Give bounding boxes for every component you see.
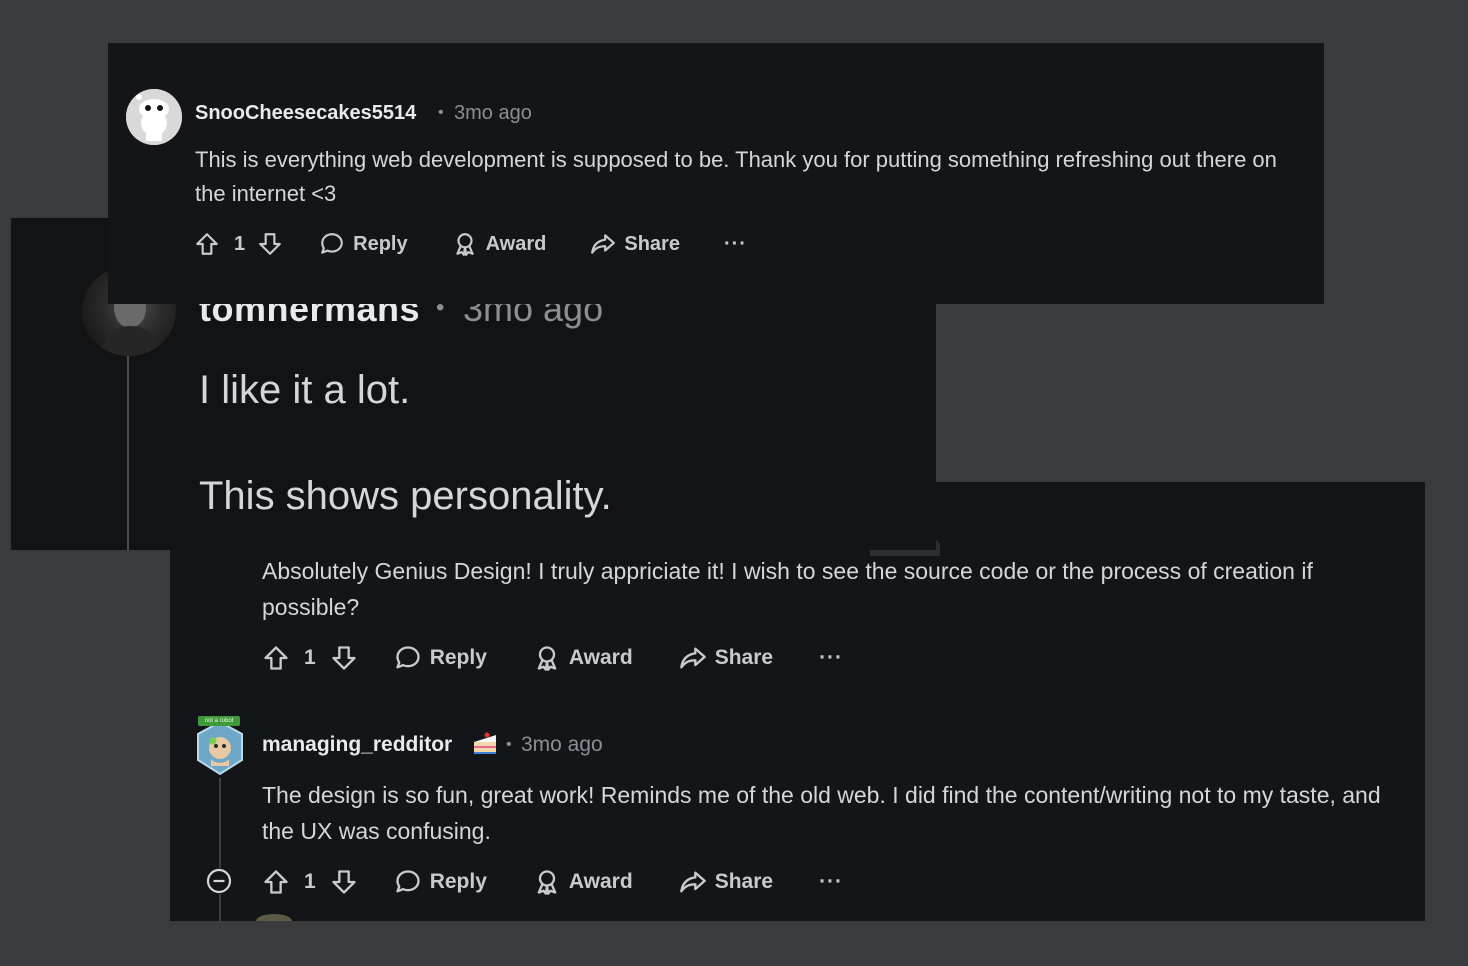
thread-line — [219, 778, 221, 921]
vote-count: 1 — [304, 870, 316, 893]
downvote-button[interactable] — [257, 231, 283, 257]
timestamp[interactable]: 3mo ago — [521, 733, 603, 757]
reply-label: Reply — [429, 646, 487, 669]
upvote-button[interactable] — [262, 868, 290, 896]
reply-button[interactable]: Reply — [319, 231, 408, 257]
separator-dot: • — [438, 104, 444, 121]
reply-label: Reply — [429, 870, 487, 893]
downvote-icon — [332, 870, 356, 894]
thread-line — [127, 348, 129, 550]
award-label: Award — [485, 232, 547, 255]
share-button[interactable]: Share — [590, 231, 680, 257]
award-button[interactable]: Award — [533, 644, 633, 672]
partial-next-avatar — [256, 914, 292, 921]
username[interactable]: managing_redditor — [262, 733, 452, 757]
share-button[interactable]: Share — [679, 644, 773, 672]
share-icon — [679, 871, 706, 893]
reply-label: Reply — [353, 232, 408, 255]
share-label: Share — [624, 232, 680, 255]
more-options-button[interactable]: ··· — [819, 870, 843, 894]
managing-redditor-avatar[interactable]: not a robot — [196, 716, 244, 778]
comment-body: Absolutely Genius Design! I truly appric… — [262, 558, 1313, 620]
comment-body: This is everything web development is su… — [195, 147, 1277, 207]
collapse-thread-button[interactable] — [206, 868, 232, 894]
reply-button[interactable]: Reply — [394, 644, 487, 672]
snoo-avatar[interactable] — [126, 89, 182, 145]
downvote-icon — [259, 233, 281, 255]
share-label: Share — [714, 870, 774, 893]
vote-count: 1 — [304, 646, 316, 669]
award-icon — [455, 233, 474, 256]
upvote-button[interactable] — [194, 231, 220, 257]
cake-icon — [471, 730, 499, 762]
reply-button[interactable]: Reply — [394, 868, 487, 896]
share-label: Share — [714, 646, 774, 669]
separator-dot: • — [506, 736, 512, 753]
award-icon — [537, 870, 557, 895]
more-options-button[interactable]: ··· — [819, 646, 843, 670]
comment-bubble-icon — [396, 870, 420, 893]
upvote-icon — [264, 646, 288, 670]
more-options-button[interactable]: ··· — [724, 233, 747, 256]
comment-actions: 1 Reply Award Share ··· — [262, 867, 843, 897]
vote-count: 1 — [234, 232, 246, 255]
comment-bubble-icon — [321, 233, 343, 254]
comment-body-line-1: I like it a lot. — [199, 368, 411, 412]
timestamp[interactable]: 3mo ago — [454, 102, 532, 125]
award-button[interactable]: Award — [533, 868, 633, 896]
upvote-button[interactable] — [262, 644, 290, 672]
comment-body-line-2: This shows personality. — [199, 474, 612, 518]
upvote-icon — [196, 233, 218, 255]
share-icon — [679, 647, 706, 669]
not-a-robot-badge: not a robot — [198, 716, 240, 726]
username[interactable]: SnooCheesecakes5514 — [195, 102, 416, 125]
share-button[interactable]: Share — [679, 868, 773, 896]
award-label: Award — [568, 870, 633, 893]
downvote-button[interactable] — [330, 644, 358, 672]
comment-actions: 1 Reply Award Share ··· — [194, 229, 747, 259]
comment-bubble-icon — [396, 646, 420, 669]
award-icon — [537, 646, 557, 671]
comment-actions: 1 Reply Award Share ··· — [262, 643, 843, 673]
award-label: Award — [568, 646, 633, 669]
downvote-button[interactable] — [330, 868, 358, 896]
collapse-minus-icon — [206, 868, 232, 894]
downvote-icon — [332, 646, 356, 670]
share-icon — [591, 234, 616, 254]
comment-card-snoocheesecakes: SnooCheesecakes5514 • 3mo ago This is ev… — [108, 43, 1324, 304]
comment-body: The design is so fun, great work! Remind… — [262, 782, 1381, 844]
upvote-icon — [264, 870, 288, 894]
award-button[interactable]: Award — [452, 231, 547, 257]
snoo-icon — [126, 89, 182, 145]
